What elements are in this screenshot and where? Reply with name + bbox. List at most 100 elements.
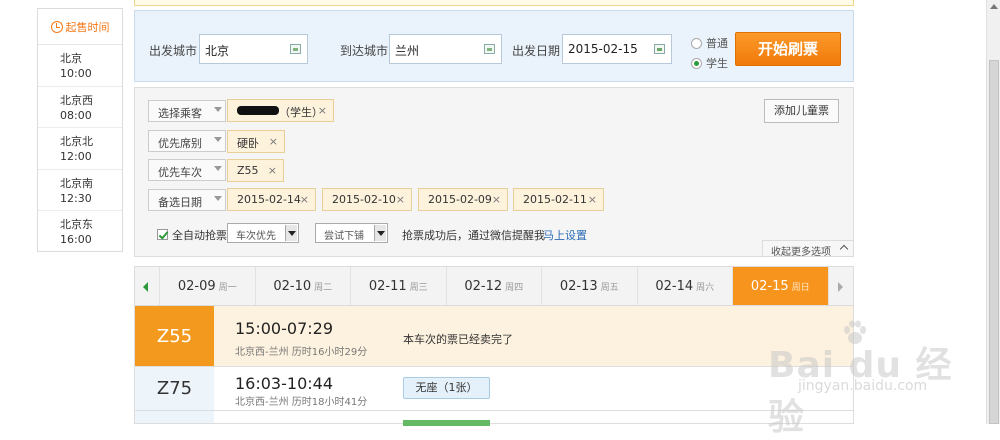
priority-select-value: 车次优先 — [236, 231, 276, 242]
tab-weekday: 周一 — [218, 282, 237, 293]
train-priority-dropdown[interactable]: 优先车次 — [148, 159, 226, 181]
tab-weekday: 周四 — [505, 282, 524, 293]
train-row[interactable] — [134, 411, 854, 426]
prev-dates-arrow-icon[interactable] — [135, 267, 159, 305]
select-passenger-dropdown[interactable]: 选择乘客 — [148, 100, 226, 122]
remove-icon[interactable]: × — [318, 104, 327, 117]
sidebar-item: 北京北 12:00 — [38, 128, 122, 170]
passenger-tag: （学生） × — [227, 99, 334, 122]
sale-time: 08:00 — [60, 108, 92, 122]
priority-select[interactable]: 车次优先 — [227, 223, 299, 243]
seat-option-button[interactable]: 无座（1张） — [403, 377, 490, 399]
seat-tag-label: 硬卧 — [237, 137, 259, 150]
tab-date: 02-13 — [559, 278, 598, 294]
remove-icon[interactable]: × — [588, 193, 597, 206]
seat-class-dropdown[interactable]: 优先席别 — [148, 130, 226, 152]
radio-normal[interactable]: 普通 — [691, 35, 728, 51]
date-tab[interactable]: 02-09 周一 — [159, 267, 255, 305]
berth-select[interactable]: 尝试下铺 — [315, 223, 388, 243]
city-picker-icon[interactable] — [484, 44, 495, 54]
remove-icon[interactable]: × — [269, 135, 278, 148]
chevron-down-icon — [214, 107, 222, 112]
sidebar-item: 北京 10:00 — [38, 45, 122, 87]
setup-now-link[interactable]: 马上设置 — [543, 227, 587, 243]
search-bar: 出发城市 北京 ⇄ 到达城市 兰州 出发日期 2015-02-15 普通 学生 … — [134, 10, 854, 82]
backup-date-value: 2015-02-10 — [332, 193, 396, 206]
train-route: 北京西-兰州 历时16小时29分 — [235, 347, 368, 358]
tab-date: 02-11 — [368, 278, 407, 294]
date-tab[interactable]: 02-14 周六 — [636, 267, 733, 305]
date-tab-active[interactable]: 02-15 周日 — [732, 267, 828, 305]
remove-icon[interactable]: × — [268, 164, 277, 177]
berth-select-value: 尝试下铺 — [324, 231, 364, 242]
sidebar-title: 起售时间 — [65, 20, 110, 34]
backup-date-tag: 2015-02-11 × — [513, 188, 604, 211]
to-city-label: 到达城市 — [340, 44, 389, 58]
tab-date: 02-14 — [655, 278, 694, 294]
chevron-down-icon — [214, 137, 222, 142]
train-priority-label: 优先车次 — [158, 166, 202, 179]
remove-icon[interactable]: × — [300, 193, 309, 206]
tab-weekday: 周日 — [791, 282, 810, 293]
station-name: 北京西 — [60, 93, 93, 107]
chevron-down-icon — [214, 196, 222, 201]
date-tab[interactable]: 02-10 周二 — [254, 267, 351, 305]
sale-time: 12:00 — [60, 150, 92, 163]
station-name: 北京 — [60, 52, 82, 65]
tab-weekday: 周二 — [314, 282, 333, 293]
date-tab[interactable]: 02-11 周三 — [350, 267, 446, 305]
chevron-down-icon — [374, 225, 386, 241]
backup-date-tag: 2015-02-09 × — [418, 188, 508, 211]
date-tab[interactable]: 02-13 周五 — [541, 267, 637, 305]
radio-student[interactable]: 学生 — [691, 55, 728, 71]
backup-date-value: 2015-02-09 — [428, 193, 492, 206]
scrollbar-thumb[interactable] — [989, 60, 999, 424]
tab-date: 02-15 — [750, 278, 789, 294]
station-name: 北京东 — [60, 218, 93, 231]
tab-date: 02-09 — [177, 278, 216, 294]
city-picker-icon[interactable] — [290, 44, 301, 54]
scroll-up-arrow-icon[interactable] — [990, 4, 998, 9]
notify-text: 抢票成功后，通过微信提醒我 — [402, 229, 545, 242]
auto-grab-checkbox[interactable] — [157, 229, 168, 240]
departure-date-input[interactable]: 2015-02-15 — [562, 34, 672, 64]
train-row[interactable]: Z75 16:03-10:44 北京西-兰州 历时18小时41分 无座（1张） — [134, 367, 854, 411]
tab-date: 02-10 — [273, 278, 312, 294]
sale-time-sidebar: 起售时间 北京 10:00 北京西 08:00 北京北 12:00 北京南 12… — [37, 8, 123, 252]
page-scrollbar[interactable] — [986, 0, 1000, 424]
remove-icon[interactable]: × — [396, 193, 405, 206]
date-tab[interactable]: 02-12 周四 — [445, 267, 542, 305]
add-child-ticket-button[interactable]: 添加儿童票 — [764, 99, 839, 123]
to-city-input[interactable]: 兰州 — [389, 34, 502, 64]
backup-date-dropdown[interactable]: 备选日期 — [148, 189, 226, 211]
radio-student-circle[interactable] — [691, 57, 702, 69]
train-code — [135, 411, 214, 423]
sold-out-text: 本车次的票已经卖完了 — [403, 333, 513, 346]
passenger-type: （学生） — [279, 106, 323, 119]
baidu-watermark-logo: Bai du 经验 jingyan.baidu.com — [768, 318, 988, 438]
train-row[interactable]: Z55 15:00-07:29 北京西-兰州 历时16小时29分 本车次的票已经… — [134, 306, 854, 367]
auto-grab-label: 全自动抢票 — [172, 229, 227, 242]
options-panel: 选择乘客 （学生） × 添加儿童票 优先席别 硬卧 × 优先车次 Z55 × 备… — [134, 87, 854, 258]
train-time: 15:00-07:29 — [235, 319, 333, 338]
radio-normal-circle[interactable] — [691, 37, 702, 49]
redacted-name — [237, 106, 279, 115]
collapse-options-button[interactable]: 收起更多选项 — [762, 240, 854, 258]
tab-date: 02-12 — [464, 278, 503, 294]
radio-normal-label: 普通 — [706, 37, 728, 50]
select-passenger-label: 选择乘客 — [158, 107, 202, 120]
backup-date-value: 2015-02-14 — [237, 193, 301, 206]
remove-icon[interactable]: × — [492, 193, 501, 206]
sidebar-header: 起售时间 — [38, 9, 122, 45]
next-dates-arrow-icon[interactable] — [827, 267, 852, 305]
watermark-url: jingyan.baidu.com — [798, 378, 928, 394]
start-grab-button[interactable]: 开始刷票 — [735, 32, 841, 66]
sidebar-item: 北京南 12:30 — [38, 170, 122, 211]
seat-option-button[interactable] — [403, 420, 490, 426]
backup-date-label: 备选日期 — [158, 196, 202, 209]
chevron-down-icon — [214, 166, 222, 171]
calendar-icon[interactable] — [654, 44, 665, 54]
from-city-input[interactable]: 北京 — [199, 34, 308, 64]
backup-date-tag: 2015-02-10 × — [322, 188, 412, 211]
date-tabs: 02-09 周一 02-10 周二 02-11 周三 02-12 周四 02-1… — [134, 266, 854, 306]
